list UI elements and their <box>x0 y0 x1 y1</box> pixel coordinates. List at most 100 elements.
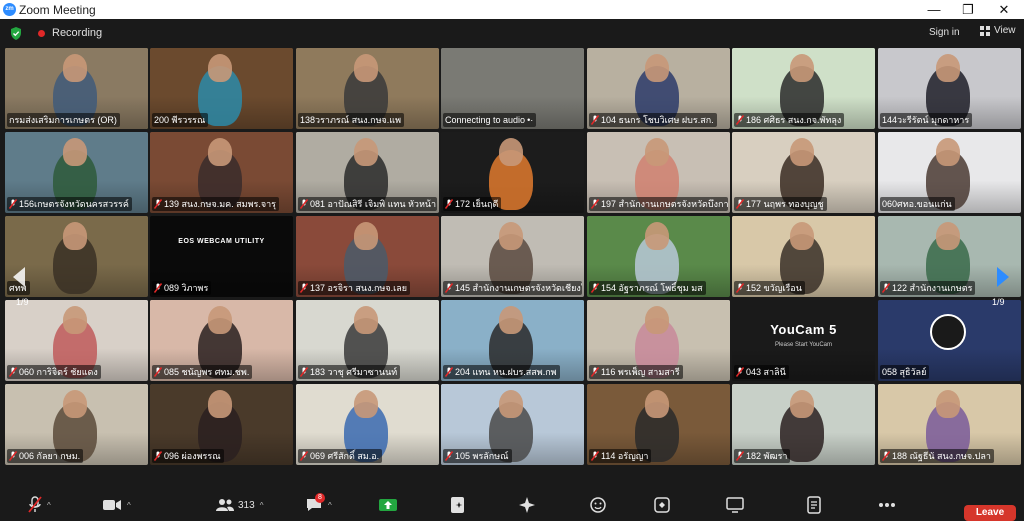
chat-badge: 8 <box>315 493 325 503</box>
participant-tile[interactable]: 144วะรีรัตน์ มุกดาหาร <box>878 48 1021 129</box>
mic-off-icon <box>735 199 745 209</box>
participant-head <box>354 222 378 250</box>
ai-companion-button[interactable] <box>518 495 536 515</box>
mute-options-caret-icon[interactable]: ^ <box>47 501 51 510</box>
page-indicator-right: 1/9 <box>992 297 1005 307</box>
window-titlebar: zm Zoom Meeting — ❐ ✕ <box>0 0 1024 19</box>
participant-tile[interactable]: 182 พัฒรา <box>732 384 875 465</box>
shield-check-icon[interactable] <box>10 27 22 45</box>
participant-tile[interactable]: 058 สุธิวัลย์ <box>878 300 1021 381</box>
participant-tile[interactable]: YouCam 5 Please Start YouCam 043 สาลินี <box>732 300 875 381</box>
participant-tile[interactable]: 138วราภรณ์ สนง.กษจ.แพ <box>296 48 439 129</box>
participant-head <box>354 54 378 82</box>
participant-name: 200 พีรวรรณ <box>154 115 206 125</box>
video-button[interactable]: ^ <box>102 495 131 515</box>
next-page-button[interactable] <box>992 257 1014 297</box>
participant-nameplate: 177 นฤพร ทองบุญชู <box>734 197 827 211</box>
participant-tile[interactable]: 156เกษตรจังหวัดนครสวรรค์ <box>5 132 148 213</box>
participant-name: 105 พรลักษณ์ <box>455 451 509 461</box>
participant-tile[interactable]: 188 ณัฐธีนั สนง.กษจ.ปลา <box>878 384 1021 465</box>
participant-head <box>63 54 87 82</box>
participant-tile[interactable]: 137 อรจิรา สนง.กษจ.เลย <box>296 216 439 297</box>
participant-name: 116 พรเพ็ญ สามสารี <box>601 367 680 377</box>
participant-nameplate: กรมส่งเสริมการเกษตร (OR) <box>7 113 120 127</box>
participant-tile[interactable]: 139 สนง.กษจ.มค. สมพร.จารุ <box>150 132 293 213</box>
participant-tile[interactable]: 186 ศศิธร สนง.กจ.พัทลุง <box>732 48 875 129</box>
more-button[interactable] <box>878 495 896 515</box>
participant-head <box>499 390 523 418</box>
participant-head <box>645 222 669 250</box>
more-icon <box>879 503 895 507</box>
participant-tile[interactable]: 200 พีรวรรณ <box>150 48 293 129</box>
participant-tile[interactable]: 069 ศรีสักดิ์ สม.อ. <box>296 384 439 465</box>
notes-button[interactable] <box>806 495 822 515</box>
mic-off-icon <box>881 451 891 461</box>
mic-off-icon <box>299 199 309 209</box>
participant-nameplate: 006 กัลยา กษม. <box>7 449 84 463</box>
participant-tile[interactable]: 145 สำนักงานเกษตรจังหวัดเชียงใหม่ <box>441 216 584 297</box>
participant-name: 114 อรัญญา <box>601 451 649 461</box>
participant-nameplate: 144วะรีรัตน์ มุกดาหาร <box>880 113 973 127</box>
participant-name: 085 ชนัญพร ศทม.ชพ. <box>164 367 250 377</box>
grid-view-icon <box>980 25 990 36</box>
mute-button[interactable]: ^ <box>28 495 51 515</box>
participant-nameplate: 138วราภรณ์ สนง.กษจ.แพ <box>298 113 405 127</box>
participant-tile[interactable]: EOS WEBCAM UTILITY 089 วิภาพร <box>150 216 293 297</box>
participant-tile[interactable]: 060 การิจิตร์ ชัยแดง <box>5 300 148 381</box>
participant-tile[interactable]: 197 สำนักงานเกษตรจังหวัดบึงกาฬ <box>587 132 730 213</box>
video-options-caret-icon[interactable]: ^ <box>127 501 131 510</box>
summary-button[interactable] <box>450 495 466 515</box>
chat-button[interactable]: 8 ^ <box>305 493 332 515</box>
participant-tile[interactable]: 154 อัฐราภรณ์ โพธิ์ชุม มส <box>587 216 730 297</box>
participant-head <box>936 390 960 418</box>
maximize-button[interactable]: ❐ <box>950 0 986 19</box>
chat-options-caret-icon[interactable]: ^ <box>328 501 332 510</box>
participant-tile[interactable]: 114 อรัญญา <box>587 384 730 465</box>
participants-button[interactable]: 313 ^ <box>215 495 263 515</box>
apps-icon <box>654 497 670 513</box>
participant-tile[interactable]: 204 แทน หน.ฝบร.สสพ.กพ <box>441 300 584 381</box>
minimize-button[interactable]: — <box>916 0 952 19</box>
signin-button[interactable]: Sign in <box>929 27 960 38</box>
participant-tile[interactable]: กรมส่งเสริมการเกษตร (OR) <box>5 48 148 129</box>
participant-name: 172 เย็นฤดี <box>455 199 499 209</box>
participant-head <box>63 138 87 166</box>
participant-tile[interactable]: 177 นฤพร ทองบุญชู <box>732 132 875 213</box>
mic-off-icon <box>735 283 745 293</box>
participant-nameplate: 204 แทน หน.ฝบร.สสพ.กพ <box>443 365 560 379</box>
participant-tile[interactable]: 081 อาปัณสิรี เจิมพิ แทน หัวหน้า <box>296 132 439 213</box>
participant-name: กรมส่งเสริมการเกษตร (OR) <box>9 115 117 125</box>
participant-tile[interactable]: 096 ผ่องพรรณ <box>150 384 293 465</box>
share-screen-button[interactable] <box>378 495 398 515</box>
apps-button[interactable] <box>654 495 670 515</box>
participant-tile[interactable]: 060ศทอ.ขอนแก่น <box>878 132 1021 213</box>
participant-tile[interactable]: 104 ธนกร โชบวิเศษ ฝบร.สก. <box>587 48 730 129</box>
participant-tile[interactable]: 152 ขวัญเรือน <box>732 216 875 297</box>
participant-head <box>936 54 960 82</box>
participants-options-caret-icon[interactable]: ^ <box>260 501 264 510</box>
participant-name: 081 อาปัณสิรี เจิมพิ แทน หัวหน้า <box>310 199 437 209</box>
participant-tile[interactable]: 085 ชนัญพร ศทม.ชพ. <box>150 300 293 381</box>
participant-tile[interactable]: Connecting to audio •· <box>441 48 584 129</box>
mic-off-icon <box>444 283 454 293</box>
participant-tile[interactable]: 172 เย็นฤดี <box>441 132 584 213</box>
whiteboards-button[interactable] <box>726 495 744 515</box>
participant-head <box>63 390 87 418</box>
participant-name: 154 อัฐราภรณ์ โพธิ์ชุม มส <box>601 283 703 293</box>
participant-name: 060ศทอ.ขอนแก่น <box>882 199 952 209</box>
previous-page-button[interactable] <box>8 257 30 297</box>
participant-tile[interactable]: 006 กัลยา กษม. <box>5 384 148 465</box>
meeting-toolbar: ^ ^ 313 ^ 8 ^ Leave <box>0 489 1024 521</box>
mic-off-icon <box>153 367 163 377</box>
participant-tile[interactable]: 116 พรเพ็ญ สามสารี <box>587 300 730 381</box>
ai-companion-icon <box>519 497 535 513</box>
close-button[interactable]: ✕ <box>986 0 1022 19</box>
participant-nameplate: 197 สำนักงานเกษตรจังหวัดบึงกาฬ <box>589 197 728 211</box>
reactions-button[interactable] <box>590 495 608 515</box>
participant-nameplate: 069 ศรีสักดิ์ สม.อ. <box>298 449 383 463</box>
participant-name: 006 กัลยา กษม. <box>19 451 81 461</box>
participant-tile[interactable]: 183 วาชุ ศรีมาซานนท์ <box>296 300 439 381</box>
recording-label[interactable]: Recording <box>52 27 102 39</box>
view-button[interactable]: View <box>980 25 1016 36</box>
participant-tile[interactable]: 105 พรลักษณ์ <box>441 384 584 465</box>
